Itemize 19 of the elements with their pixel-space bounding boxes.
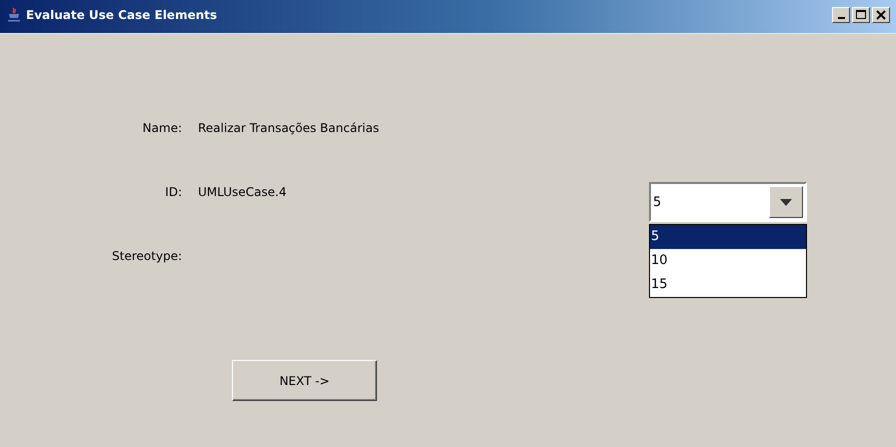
dropdown-option[interactable]: 15 [650,273,806,297]
dropdown-option[interactable]: 5 [650,225,806,249]
field-label: ID: [164,184,182,201]
field-value: UMLUseCase.4 [198,184,288,201]
caret-icon [780,198,792,206]
dropdown-option[interactable]: 10 [650,249,806,273]
close-icon [875,8,887,20]
minimize-button[interactable] [832,6,850,22]
field-label: Name: [142,120,182,137]
next-button[interactable]: NEXT -> [232,360,377,401]
minimize-icon [838,17,844,19]
window-title: Evaluate Use Case Elements [26,8,218,22]
field-value: Realizar Transações Bancárias [198,120,380,137]
number-dropdown[interactable]: 5 [649,182,807,222]
field-label: Stereotype: [111,248,182,265]
maximize-button[interactable] [852,6,870,22]
close-button[interactable] [872,6,890,22]
maximize-icon [855,8,867,20]
cup-icon [6,6,22,22]
